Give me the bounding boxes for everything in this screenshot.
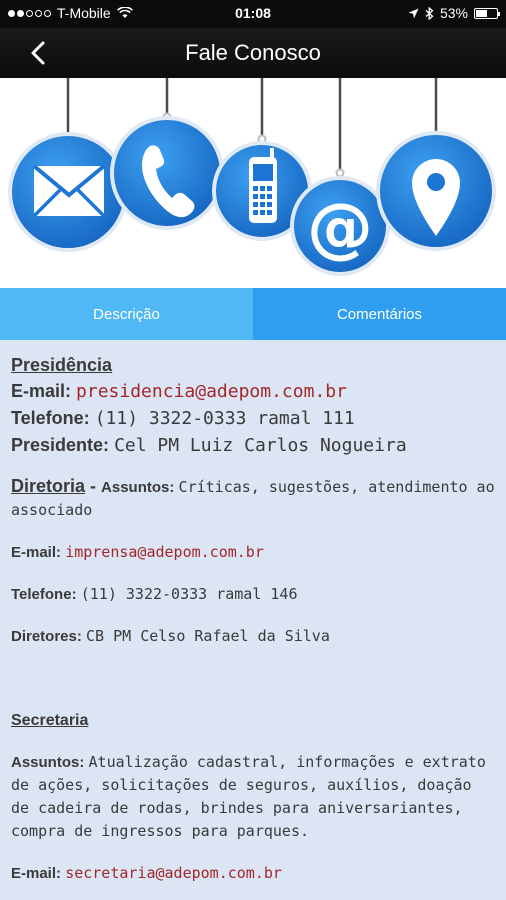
envelope-icon: [8, 132, 128, 252]
presidencia-email-link[interactable]: presidencia@adepom.com.br: [76, 381, 347, 402]
location-pin-icon: [376, 131, 496, 251]
phone-icon: [110, 116, 224, 230]
secretaria-section: Secretaria Assuntos: Atualização cadastr…: [11, 710, 495, 885]
bluetooth-icon: [425, 6, 434, 20]
president-label: Presidente:: [11, 435, 110, 455]
presidencia-section: Presidência E-mail: presidencia@adepom.c…: [11, 352, 495, 459]
diretoria-dash: -: [85, 476, 102, 496]
at-sign-icon: @: [290, 176, 390, 276]
secretaria-email-link[interactable]: secretaria@adepom.com.br: [65, 864, 282, 882]
presidencia-phone-label: Telefone:: [11, 408, 90, 428]
president-name: Cel PM Luiz Carlos Nogueira: [114, 435, 407, 456]
status-right: 53%: [408, 5, 500, 21]
battery-level: [476, 9, 487, 17]
diretoria-section: Diretoria - Assuntos: Críticas, sugestõe…: [11, 475, 495, 648]
presidencia-heading: Presidência: [11, 355, 113, 375]
battery-icon: [474, 7, 500, 19]
battery-percent: 53%: [439, 5, 468, 21]
location-arrow-icon: [408, 8, 419, 18]
page-title: Fale Conosco: [185, 40, 321, 65]
presidencia-phone: (11) 3322-0333 ramal 111: [94, 408, 355, 429]
secretaria-heading: Secretaria: [11, 712, 89, 729]
tab-descricao[interactable]: Descrição: [0, 288, 253, 340]
navigation-bar: Fale Conosco: [0, 28, 506, 78]
svg-text:@: @: [307, 189, 373, 266]
diretoria-email-label: E-mail:: [11, 544, 62, 561]
contact-banner: @: [0, 78, 506, 288]
status-bar: T-Mobile 01:08 53%: [0, 0, 506, 28]
directors-label: Diretores:: [11, 628, 82, 645]
secretaria-email-label: E-mail:: [11, 865, 62, 882]
directors-names: CB PM Celso Rafael da Silva: [86, 627, 330, 645]
diretoria-email-link[interactable]: imprensa@adepom.com.br: [65, 543, 264, 561]
tab-comentarios[interactable]: Comentários: [253, 288, 506, 340]
diretoria-heading: Diretoria: [11, 476, 86, 496]
tab-bar: Descrição Comentários: [0, 288, 506, 340]
description-content: Presidência E-mail: presidencia@adepom.c…: [0, 340, 506, 900]
secretaria-subjects-label: Assuntos:: [11, 754, 85, 771]
diretoria-phone-label: Telefone:: [11, 586, 77, 603]
presidencia-email-label: E-mail:: [11, 381, 72, 401]
diretoria-phone: (11) 3322-0333 ramal 146: [80, 585, 298, 603]
diretoria-subjects-label: Assuntos:: [101, 479, 175, 496]
